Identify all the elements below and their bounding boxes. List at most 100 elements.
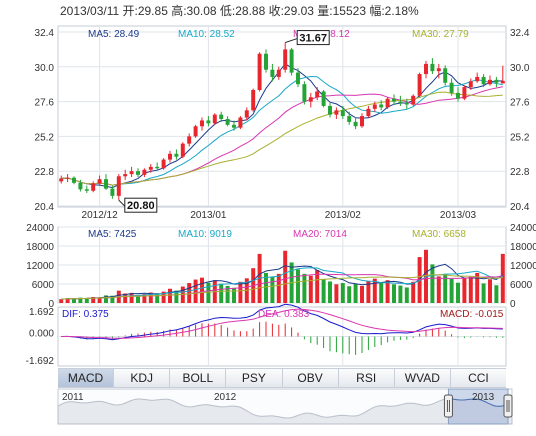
navigator-left-handle[interactable] [443,394,453,418]
candle-body [468,81,473,88]
volume-bar [462,277,467,303]
volume-bar [200,277,204,303]
tab-psy[interactable]: PSY [226,369,283,387]
volume-tick-right: 18000 [510,242,536,253]
candle-body [276,69,281,77]
volume-tick-right: 12000 [510,261,536,272]
candle-body [302,84,307,102]
volume-bar [72,298,76,303]
volume-bar [468,276,473,303]
date-tick: 2013/03 [440,210,477,221]
stock-chart: 2013/03/11 开:29.85 高:30.08 低:28.88 收:29.… [0,0,536,431]
candle-body [475,76,480,82]
volume-bar [302,273,307,303]
candle-body [488,79,492,85]
volume-bar [500,253,505,303]
quote-header-text: 2013/03/11 开:29.85 高:30.08 低:28.88 收:29.… [60,3,419,18]
volume-bar [315,270,320,303]
candle-body [225,119,230,125]
candle-body [97,179,102,184]
range-navigator[interactable]: 2011 2012 2013 [57,388,513,425]
candle-body [72,177,76,183]
macd-tick: 0.000 [29,329,54,340]
candle-body [500,80,505,84]
candle-body [244,110,249,118]
candle-body [174,153,179,157]
volume-bar [334,284,339,303]
volume-bar [488,279,492,303]
candle-body [289,49,294,73]
volume-bar [353,284,358,303]
volume-bar [360,285,364,303]
volume-bar [481,283,486,303]
navigator-year-label: 2011 [62,392,84,403]
volume-bar [340,283,345,303]
volume-tick-left: 12000 [26,261,54,272]
price-ma-legend-item: MA10: 28.52 [178,29,235,40]
candle-body [494,79,499,83]
candle-body [129,171,134,175]
volume-bar [129,292,134,303]
tab-obv[interactable]: OBV [283,369,339,387]
tab-cci[interactable]: CCI [451,369,506,387]
candle-body [123,174,128,177]
candle-body [270,69,275,77]
candle-body [385,98,390,108]
candle-body [59,178,64,182]
candle-body [155,166,160,169]
candle-body [366,108,371,117]
candle-body [481,76,486,85]
candle-body [411,95,416,105]
tab-rsi[interactable]: RSI [339,369,395,387]
price-tick-left: 20.4 [35,202,55,213]
candle-body [296,72,300,85]
tab-macd[interactable]: MACD [58,369,115,387]
candle-body [443,68,448,83]
volume-bar [328,281,332,303]
volume-ma-legend-item: MA5: 7425 [88,229,137,240]
volume-bar [379,282,384,303]
navigator-right-handle[interactable] [503,394,513,418]
volume-bar [398,285,403,303]
chart-svg: 2013/03/11 开:29.85 高:30.08 低:28.88 收:29.… [26,3,536,425]
volume-bar [372,278,377,303]
candle-body [449,82,454,93]
candle-body [436,68,441,72]
price-tick-right: 27.6 [510,98,530,109]
price-tick-right: 20.4 [510,202,530,213]
candle-body [417,74,422,96]
candle-body [347,116,352,122]
tab-boll[interactable]: BOLL [170,369,227,387]
candle-body [148,166,153,170]
candle-body [334,110,339,115]
volume-bar [411,281,416,303]
volume-bar [321,278,326,303]
candle-body [84,189,89,191]
candle-body [264,53,268,70]
quote-header: 2013/03/11 开:29.85 高:30.08 低:28.88 收:29.… [60,3,419,18]
candle-body [110,188,115,196]
volume-bar [206,282,211,303]
macd-tick: -1.692 [26,356,55,367]
candle-body [212,114,217,124]
candle-body [238,117,243,128]
candle-body [404,103,409,105]
price-tick-left: 25.2 [35,132,55,143]
candle-body [379,104,384,108]
tab-wvad[interactable]: WVAD [395,369,451,387]
candle-body [161,159,166,169]
candle-body [187,136,192,144]
volume-bar [270,276,275,303]
candle-body [430,63,435,72]
volume-bar [385,280,390,303]
volume-bar [238,281,243,303]
price-tick-left: 32.4 [35,28,55,39]
volume-ma-legend-item: MA30: 6658 [412,229,466,240]
indicator-tabs: MACD KDJ BOLL PSY OBV RSI WVAD CCI [58,368,506,388]
macd-tick: 1.692 [29,307,54,318]
candle-body [219,114,224,119]
candle-body [283,49,288,70]
tab-kdj[interactable]: KDJ [114,369,171,387]
volume-bar [232,287,236,303]
date-tick: 2013/01 [190,210,227,221]
